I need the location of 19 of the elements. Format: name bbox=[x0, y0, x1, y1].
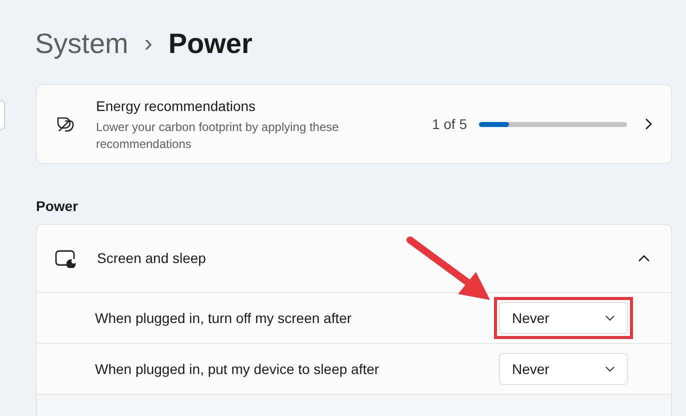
card-description: Lower your carbon footprint by applying these recommendations bbox=[96, 118, 340, 152]
card-title: Energy recommendations bbox=[96, 96, 257, 116]
recommendations-card[interactable]: Energy recommendations Lower your carbon footprint by applying these recommendations 1 of 5 bbox=[36, 84, 672, 164]
dropdown[interactable]: Never bbox=[499, 302, 628, 334]
section-title: Screen and sleep bbox=[97, 249, 206, 268]
chevron-down-icon bbox=[605, 366, 615, 372]
dropdown[interactable]: Never bbox=[499, 353, 628, 385]
section-heading: Power bbox=[36, 197, 80, 216]
breadcrumb-parent[interactable]: System bbox=[35, 23, 128, 65]
monitor-moon-icon bbox=[55, 250, 77, 268]
setting-label: When plugged in, put my device to sleep after bbox=[95, 360, 380, 379]
chevron-up-icon[interactable] bbox=[637, 254, 651, 263]
chevron-right-icon[interactable] bbox=[643, 117, 653, 131]
progress-text: 1 of 5 bbox=[432, 114, 467, 134]
page-title: Power bbox=[168, 27, 252, 61]
setting-label: When plugged in, turn off my screen after bbox=[95, 308, 352, 328]
breadcrumb-separator: › bbox=[144, 29, 152, 59]
nav-pane-edge bbox=[0, 100, 5, 130]
chevron-down-icon bbox=[605, 315, 615, 321]
